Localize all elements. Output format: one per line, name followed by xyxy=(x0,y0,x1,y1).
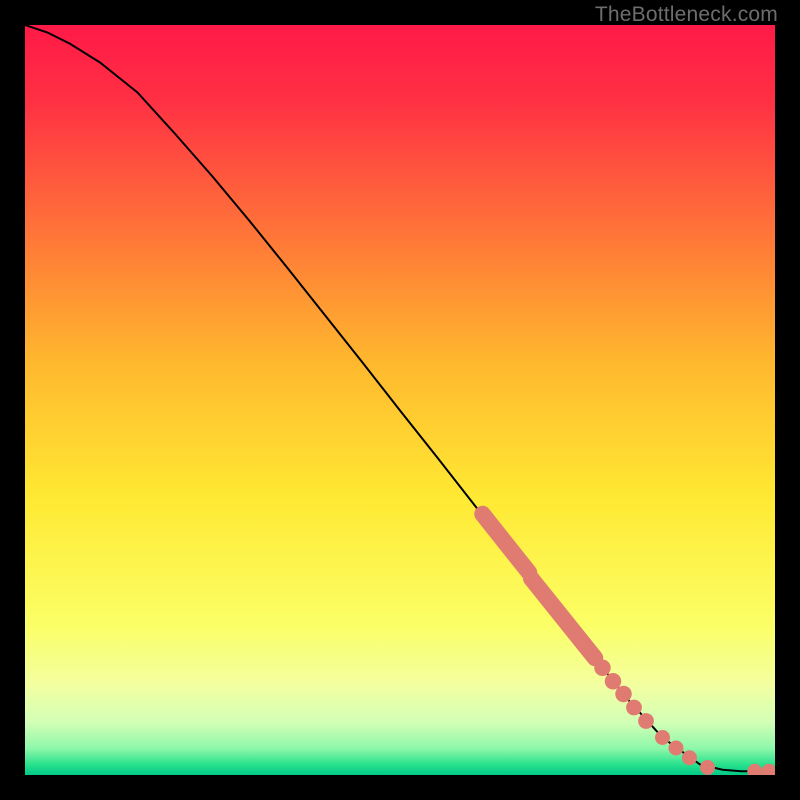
marker-pt-f1 xyxy=(700,760,715,775)
marker-pt-d2 xyxy=(638,713,654,729)
marker-pt-e3 xyxy=(682,750,697,765)
marker-pt-c2 xyxy=(605,673,622,690)
chart-frame: TheBottleneck.com xyxy=(0,0,800,800)
marker-pt-d1 xyxy=(626,700,642,716)
marker-pt-e2 xyxy=(669,741,684,756)
attribution-label: TheBottleneck.com xyxy=(595,3,778,27)
marker-pt-c3 xyxy=(615,686,632,703)
chart-svg xyxy=(25,25,775,775)
marker-pt-c1 xyxy=(594,660,611,677)
plot-area xyxy=(25,25,775,775)
marker-pt-e1 xyxy=(655,730,670,745)
gradient-background xyxy=(25,25,775,775)
